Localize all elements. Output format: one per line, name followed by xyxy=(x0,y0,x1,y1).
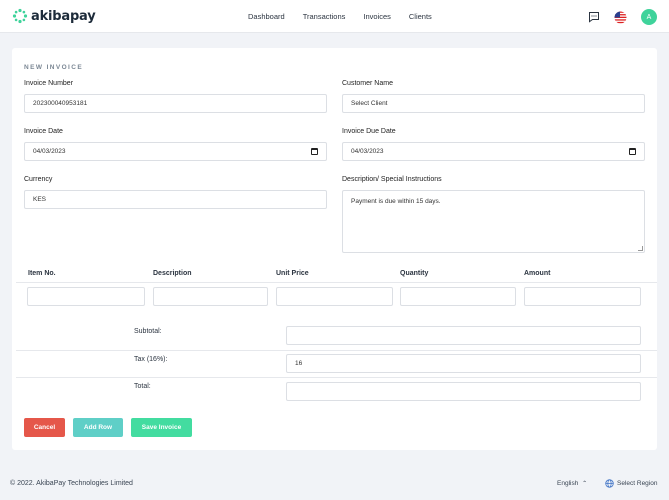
akibapay-logo-icon xyxy=(12,8,28,24)
summary-divider xyxy=(16,350,657,351)
total-input[interactable] xyxy=(286,382,641,401)
language-label: English xyxy=(557,480,579,487)
unit-price-input[interactable] xyxy=(276,287,393,306)
header-actions: A xyxy=(574,9,657,25)
new-invoice-card: NEW INVOICE Invoice Number 2023000409531… xyxy=(12,48,657,450)
top-navbar: akibapay Dashboard Transactions Invoices… xyxy=(0,0,669,33)
nav-invoices[interactable]: Invoices xyxy=(363,12,391,21)
col-quantity: Quantity xyxy=(400,270,429,277)
chevron-up-icon: ⌃ xyxy=(582,481,588,487)
save-invoice-button[interactable]: Save Invoice xyxy=(131,418,192,437)
invoice-number-value: 202300040953181 xyxy=(33,100,88,107)
currency-value: KES xyxy=(33,196,47,203)
invoice-date-value: 04/03/2023 xyxy=(33,148,66,155)
description-value: Payment is due within 15 days. xyxy=(351,198,441,205)
due-date-value: 04/03/2023 xyxy=(351,148,384,155)
user-avatar[interactable]: A xyxy=(641,9,657,25)
nav-transactions[interactable]: Transactions xyxy=(303,12,346,21)
region-label: Select Region xyxy=(617,480,658,487)
invoice-date-label: Invoice Date xyxy=(24,128,63,135)
summary-divider xyxy=(16,377,657,378)
customer-name-label: Customer Name xyxy=(342,80,393,87)
us-flag-icon[interactable] xyxy=(614,11,627,24)
tax-label: Tax (16%): xyxy=(134,356,168,363)
invoice-date-input[interactable]: 04/03/2023 xyxy=(24,142,327,161)
table-divider xyxy=(16,282,657,283)
calendar-icon[interactable] xyxy=(311,148,318,155)
quantity-input[interactable] xyxy=(400,287,516,306)
due-date-input[interactable]: 04/03/2023 xyxy=(342,142,645,161)
brand-logo[interactable]: akibapay xyxy=(12,8,96,24)
cancel-button[interactable]: Cancel xyxy=(24,418,65,437)
due-date-label: Invoice Due Date xyxy=(342,128,396,135)
item-description-input[interactable] xyxy=(153,287,268,306)
description-textarea[interactable]: Payment is due within 15 days. xyxy=(342,190,645,253)
footer: © 2022. AkibaPay Technologies Limited En… xyxy=(0,469,669,500)
col-unit-price: Unit Price xyxy=(276,270,309,277)
region-selector[interactable]: Select Region xyxy=(605,479,657,488)
col-amount: Amount xyxy=(524,270,551,277)
total-label: Total: xyxy=(134,383,151,390)
tax-value: 16 xyxy=(295,360,303,367)
invoice-number-label: Invoice Number xyxy=(24,80,74,87)
currency-label: Currency xyxy=(24,176,53,183)
resize-handle-icon[interactable] xyxy=(638,246,643,251)
main-nav: Dashboard Transactions Invoices Clients xyxy=(248,12,450,21)
subtotal-input[interactable] xyxy=(286,326,641,345)
chat-icon[interactable] xyxy=(588,11,600,23)
brand-name: akibapay xyxy=(31,8,96,24)
item-no-input[interactable] xyxy=(27,287,145,306)
globe-icon xyxy=(605,479,614,488)
add-row-button[interactable]: Add Row xyxy=(73,418,123,437)
tax-input[interactable]: 16 xyxy=(286,354,641,373)
nav-dashboard[interactable]: Dashboard xyxy=(248,12,285,21)
language-selector[interactable]: English ⌃ xyxy=(557,480,587,487)
invoice-number-input[interactable]: 202300040953181 xyxy=(24,94,327,113)
col-description: Description xyxy=(153,270,192,277)
customer-select-value: Select Client xyxy=(351,100,388,107)
calendar-icon[interactable] xyxy=(629,148,636,155)
nav-clients[interactable]: Clients xyxy=(409,12,432,21)
customer-select[interactable]: Select Client xyxy=(342,94,645,113)
subtotal-label: Subtotal: xyxy=(134,328,162,335)
col-item-no: Item No. xyxy=(28,270,56,277)
description-label: Description/ Special Instructions xyxy=(342,176,442,183)
section-title: NEW INVOICE xyxy=(24,64,84,71)
footer-copyright: © 2022. AkibaPay Technologies Limited xyxy=(10,480,133,487)
amount-input[interactable] xyxy=(524,287,641,306)
currency-input[interactable]: KES xyxy=(24,190,327,209)
